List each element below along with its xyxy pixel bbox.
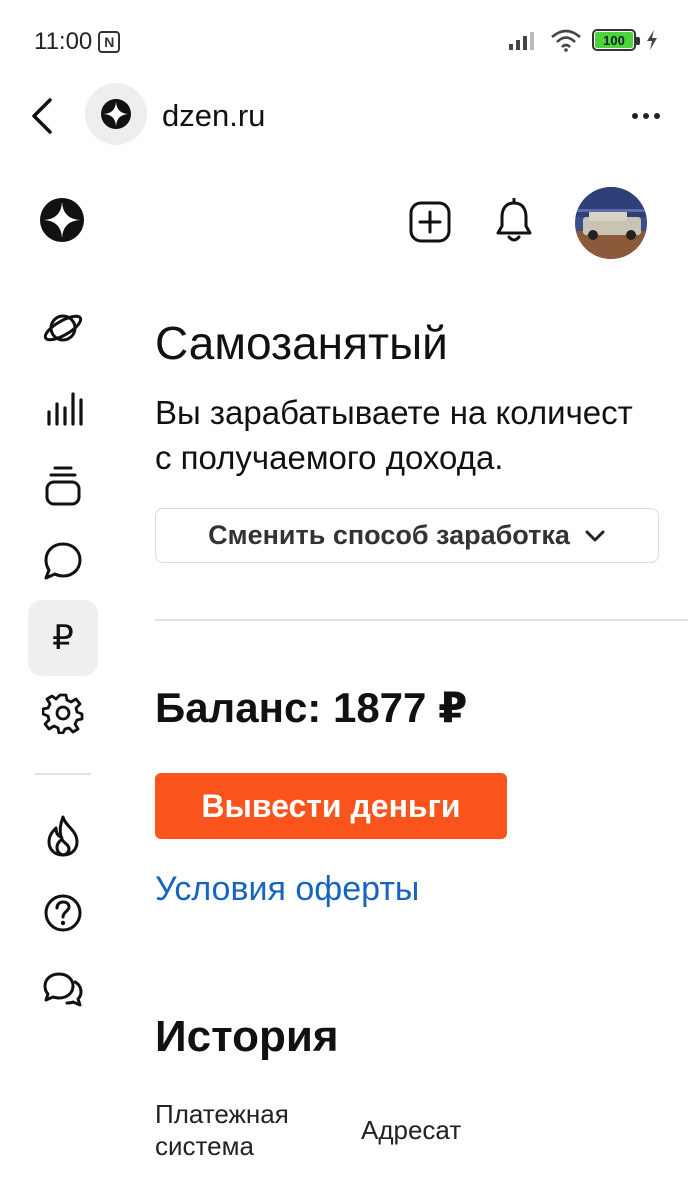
dzen-logo[interactable]: [40, 198, 84, 242]
create-button[interactable]: [408, 200, 452, 244]
bell-icon: [496, 198, 532, 242]
dzen-logo-icon: [40, 198, 84, 242]
status-bar: 11:00 N 100: [0, 0, 688, 80]
sidebar-item-trending[interactable]: [28, 798, 98, 874]
wifi-icon: [550, 28, 582, 52]
balance-text: Баланс: 1877 ₽: [155, 684, 468, 731]
notifications-button[interactable]: [492, 198, 536, 244]
description-text: Вы зарабатываете на количест с получаемо…: [155, 394, 633, 476]
change-method-label: Сменить способ заработка: [208, 520, 570, 550]
back-icon: [32, 98, 52, 134]
sidebar-item-settings[interactable]: [28, 675, 98, 751]
change-method-button[interactable]: Сменить способ заработка: [155, 508, 659, 563]
charging-icon: [646, 29, 658, 51]
sidebar-item-messages[interactable]: [28, 952, 98, 1028]
table-header-payment-system: Платежная система: [155, 1099, 289, 1161]
sidebar-item-monetization[interactable]: ₽: [28, 600, 98, 676]
history-title: История: [155, 1012, 339, 1061]
sidebar-item-publications[interactable]: [28, 448, 98, 524]
table-header-recipient: Адресат: [361, 1115, 462, 1145]
avatar[interactable]: [575, 187, 647, 259]
chevron-down-icon: [585, 530, 605, 541]
chat-icon: [44, 542, 82, 580]
messages-icon: [43, 972, 83, 1007]
help-icon: [44, 894, 82, 932]
offer-terms-link[interactable]: Условия оферты: [155, 870, 419, 909]
status-icons: 100: [508, 28, 658, 52]
planet-icon: [43, 314, 83, 342]
battery-level: 100: [595, 32, 633, 48]
status-time-group: 11:00 N: [34, 28, 121, 56]
browser-bar: dzen.ru: [0, 80, 688, 160]
nfc-icon: N: [98, 31, 121, 53]
avatar-image: [575, 187, 647, 259]
battery-icon: 100: [592, 29, 640, 51]
fire-icon: [47, 815, 79, 857]
section-divider: [155, 619, 688, 621]
sidebar-divider: [35, 773, 91, 775]
sidebar-item-stats[interactable]: [28, 370, 98, 446]
more-button[interactable]: [626, 98, 666, 134]
layers-icon: [45, 466, 81, 506]
gear-icon: [42, 693, 84, 734]
withdraw-button[interactable]: Вывести деньги: [155, 773, 507, 839]
create-icon: [409, 201, 451, 243]
sidebar-item-explore[interactable]: [28, 290, 98, 366]
sidebar-item-help[interactable]: [28, 875, 98, 951]
clock: 11:00: [34, 28, 93, 55]
more-icon: [632, 113, 660, 119]
sidebar-item-comments[interactable]: [28, 523, 98, 599]
page-title: Самозанятый: [155, 317, 448, 369]
address-domain[interactable]: dzen.ru: [162, 98, 265, 134]
rouble-icon: ₽: [52, 619, 74, 657]
back-button[interactable]: [24, 96, 64, 136]
signal-icon: [508, 29, 540, 51]
stats-icon: [47, 392, 83, 426]
site-logo-button[interactable]: [85, 83, 147, 145]
site-logo-icon: [101, 99, 131, 129]
